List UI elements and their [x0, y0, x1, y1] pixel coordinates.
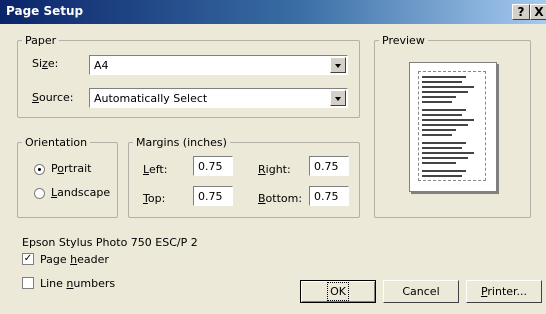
margin-left-input[interactable]: 0.75 — [193, 156, 233, 176]
page-header-checkbox[interactable]: ✓ — [22, 253, 34, 265]
paper-legend: Paper — [25, 34, 57, 47]
margin-top-label: Top: — [143, 192, 166, 205]
margin-right-input[interactable]: 0.75 — [309, 156, 349, 176]
ok-button-label: OK — [327, 282, 349, 301]
landscape-label[interactable]: Landscape — [51, 186, 110, 199]
printer-name: Epson Stylus Photo 750 ESC/P 2 — [22, 236, 198, 249]
margin-bottom-input[interactable]: 0.75 — [309, 186, 349, 206]
landscape-radio[interactable] — [34, 188, 45, 199]
page-header-label[interactable]: Page header — [40, 253, 109, 266]
preview-legend: Preview — [382, 34, 425, 47]
check-icon: ✓ — [23, 253, 33, 264]
margin-bottom-label: Bottom: — [258, 192, 303, 205]
margin-top-input[interactable]: 0.75 — [193, 186, 233, 206]
help-button[interactable]: ? — [512, 4, 530, 20]
source-select[interactable]: Automatically Select — [89, 88, 348, 108]
chevron-down-icon[interactable] — [330, 90, 346, 106]
margin-right-label: Right: — [258, 163, 291, 176]
page-preview-margins — [418, 71, 486, 181]
orientation-group: Orientation — [17, 136, 118, 218]
chevron-down-icon[interactable] — [330, 57, 346, 73]
line-numbers-label[interactable]: Line numbers — [40, 277, 115, 290]
printer-button[interactable]: Printer... — [466, 280, 542, 303]
page-preview — [409, 62, 497, 192]
source-label: Source: — [32, 91, 74, 104]
orientation-legend: Orientation — [25, 136, 88, 149]
line-numbers-checkbox[interactable] — [22, 277, 34, 289]
size-value: A4 — [94, 59, 109, 72]
source-value: Automatically Select — [94, 92, 208, 105]
portrait-radio[interactable] — [34, 164, 45, 175]
cancel-button[interactable]: Cancel — [383, 280, 459, 303]
margin-left-label: Left: — [143, 163, 168, 176]
margins-legend: Margins (inches) — [136, 136, 227, 149]
portrait-label[interactable]: Portrait — [51, 162, 91, 175]
close-button[interactable]: X — [530, 4, 546, 20]
size-label: Size: — [32, 57, 59, 70]
title-bar[interactable]: Page Setup ? X — [0, 0, 546, 24]
ok-button[interactable]: OK — [300, 280, 376, 303]
size-select[interactable]: A4 — [89, 55, 348, 75]
window-title: Page Setup — [6, 4, 84, 18]
